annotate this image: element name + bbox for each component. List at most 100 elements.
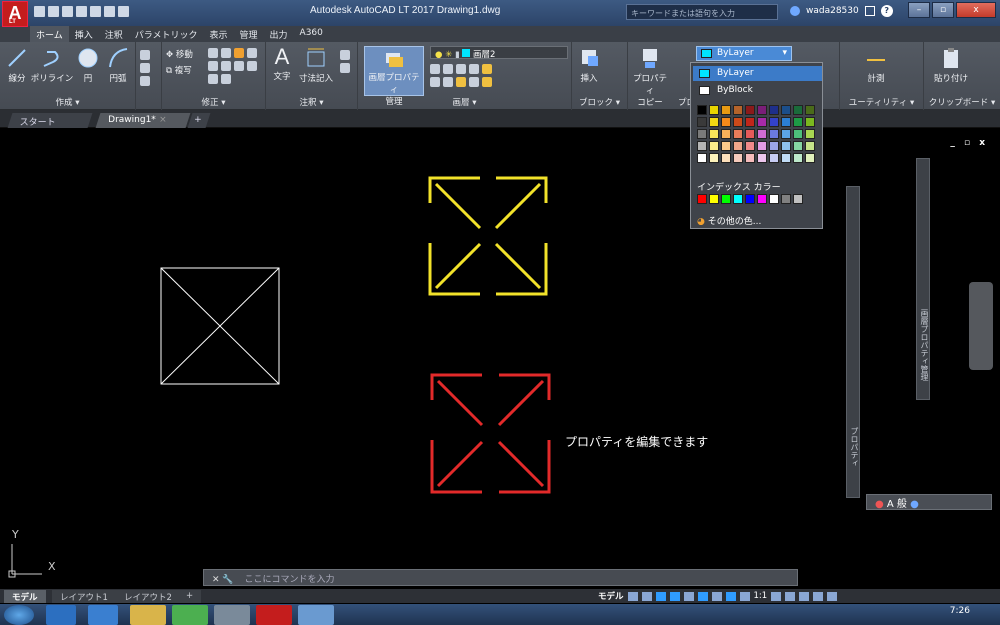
index-color-swatch[interactable]: [769, 194, 779, 204]
tab-parametric[interactable]: パラメトリック: [129, 26, 204, 42]
color-swatch[interactable]: [793, 117, 803, 127]
redo-icon[interactable]: [118, 6, 129, 17]
color-swatch[interactable]: [793, 153, 803, 163]
print-icon[interactable]: [90, 6, 101, 17]
color-swatch[interactable]: [769, 105, 779, 115]
index-color-swatch[interactable]: [781, 194, 791, 204]
help-icon[interactable]: ?: [880, 5, 893, 17]
color-swatch[interactable]: [709, 141, 719, 151]
color-swatch[interactable]: [709, 117, 719, 127]
cart-icon[interactable]: [864, 6, 875, 16]
insert-button[interactable]: 挿入: [576, 46, 602, 84]
clock[interactable]: 7:26: [950, 606, 970, 616]
table-icon[interactable]: [340, 63, 350, 73]
offset-icon[interactable]: [221, 74, 231, 84]
color-swatch[interactable]: [697, 117, 707, 127]
color-swatch[interactable]: [757, 117, 767, 127]
tab-output[interactable]: 出力: [264, 26, 294, 42]
color-swatch[interactable]: [781, 153, 791, 163]
arc-button[interactable]: 円弧: [104, 46, 132, 84]
ime-language-bar[interactable]: ● A 般 ●: [866, 494, 992, 510]
tab-annotate[interactable]: 注釈: [99, 26, 129, 42]
color-swatch[interactable]: [805, 105, 815, 115]
layer-tool-6-icon[interactable]: [430, 77, 440, 87]
color-swatch[interactable]: [733, 105, 743, 115]
index-color-swatch[interactable]: [745, 194, 755, 204]
yellow-square-shape[interactable]: [428, 176, 548, 296]
annotation-icon[interactable]: [739, 591, 750, 601]
layer-dropdown[interactable]: ● ✳ ▮ 画層2: [430, 46, 568, 60]
minimize-button[interactable]: –: [908, 2, 930, 18]
trim-icon[interactable]: [221, 48, 231, 58]
color-swatch[interactable]: [745, 117, 755, 127]
drawing-canvas[interactable]: プロパティを編集できます _ ▫ x プロパティ 画層プロパティ管理 ● A 般…: [0, 128, 1000, 590]
copy-button[interactable]: ⧉ 複写: [166, 64, 192, 76]
tab-view[interactable]: 表示: [204, 26, 234, 42]
polar-icon[interactable]: [669, 591, 680, 601]
folder-icon[interactable]: [130, 605, 166, 625]
canvas-annotation-text[interactable]: プロパティを編集できます: [565, 433, 708, 450]
paste-button[interactable]: 貼り付け: [930, 46, 972, 84]
layer-tool-8-icon[interactable]: [456, 77, 466, 87]
color-swatch[interactable]: [733, 141, 743, 151]
color-swatch[interactable]: [793, 129, 803, 139]
index-color-swatch[interactable]: [757, 194, 767, 204]
color-combobox[interactable]: ByLayer ▾: [696, 46, 792, 61]
color-swatch[interactable]: [793, 105, 803, 115]
fullscreen-icon[interactable]: [813, 591, 824, 601]
polyline-button[interactable]: ポリライン: [30, 46, 74, 84]
plus-icon[interactable]: [785, 591, 796, 601]
color-swatch[interactable]: [745, 105, 755, 115]
color-swatch[interactable]: [733, 129, 743, 139]
index-color-swatch[interactable]: [721, 194, 731, 204]
settings-icon[interactable]: [214, 605, 250, 625]
layer-tool-5-icon[interactable]: [482, 64, 492, 74]
wrench-icon[interactable]: 🔧: [222, 575, 233, 585]
scale-icon[interactable]: [247, 61, 257, 71]
layout-tab-layout2[interactable]: レイアウト2: [116, 590, 180, 603]
chrome-icon[interactable]: [172, 605, 208, 625]
undo-icon[interactable]: [104, 6, 115, 17]
color-swatch[interactable]: [721, 117, 731, 127]
color-swatch[interactable]: [769, 141, 779, 151]
start-button[interactable]: [4, 605, 34, 625]
layer-tool-4-icon[interactable]: [469, 64, 479, 74]
viewport-controls[interactable]: _ ▫ x: [950, 138, 988, 148]
layout-tab-model[interactable]: モデル: [4, 590, 46, 603]
color-swatch[interactable]: [757, 105, 767, 115]
isolate-icon[interactable]: [799, 591, 810, 601]
color-swatch[interactable]: [745, 153, 755, 163]
text-button[interactable]: A 文字: [270, 44, 294, 82]
close-icon[interactable]: ×: [159, 115, 167, 125]
color-swatch[interactable]: [781, 117, 791, 127]
annotation-scale[interactable]: 1:1: [754, 591, 768, 601]
color-swatch[interactable]: [697, 129, 707, 139]
close-icon[interactable]: ✕: [212, 575, 220, 585]
layer-properties-palette[interactable]: 画層プロパティ管理: [916, 158, 930, 400]
layout-tab-add[interactable]: +: [178, 590, 202, 603]
command-input[interactable]: ここにコマンドを入力: [245, 575, 335, 585]
color-swatch[interactable]: [781, 141, 791, 151]
array-icon[interactable]: [208, 74, 218, 84]
color-swatch[interactable]: [721, 129, 731, 139]
panel-annotation-label[interactable]: 注釈 ▾: [266, 96, 357, 108]
layer-tool-7-icon[interactable]: [443, 77, 453, 87]
panel-utilities-label[interactable]: ユーティリティ ▾: [840, 96, 923, 108]
tab-insert[interactable]: 挿入: [69, 26, 99, 42]
navigation-bar[interactable]: [969, 282, 993, 370]
snap-icon[interactable]: [641, 591, 652, 601]
color-swatch[interactable]: [733, 153, 743, 163]
region-icon[interactable]: [140, 76, 150, 86]
white-square-shape[interactable]: [160, 267, 280, 385]
color-swatch[interactable]: [805, 153, 815, 163]
layer-tool-10-icon[interactable]: [482, 77, 492, 87]
erase-icon[interactable]: [234, 48, 244, 58]
menu-icon[interactable]: [827, 591, 838, 601]
line-button[interactable]: 線分: [4, 46, 30, 84]
dimension-button[interactable]: 寸法記入: [296, 46, 336, 84]
measure-button[interactable]: 計測: [862, 46, 890, 84]
layer-tool-1-icon[interactable]: [430, 64, 440, 74]
color-swatch[interactable]: [697, 141, 707, 151]
color-swatch[interactable]: [781, 105, 791, 115]
ortho-icon[interactable]: [655, 591, 666, 601]
